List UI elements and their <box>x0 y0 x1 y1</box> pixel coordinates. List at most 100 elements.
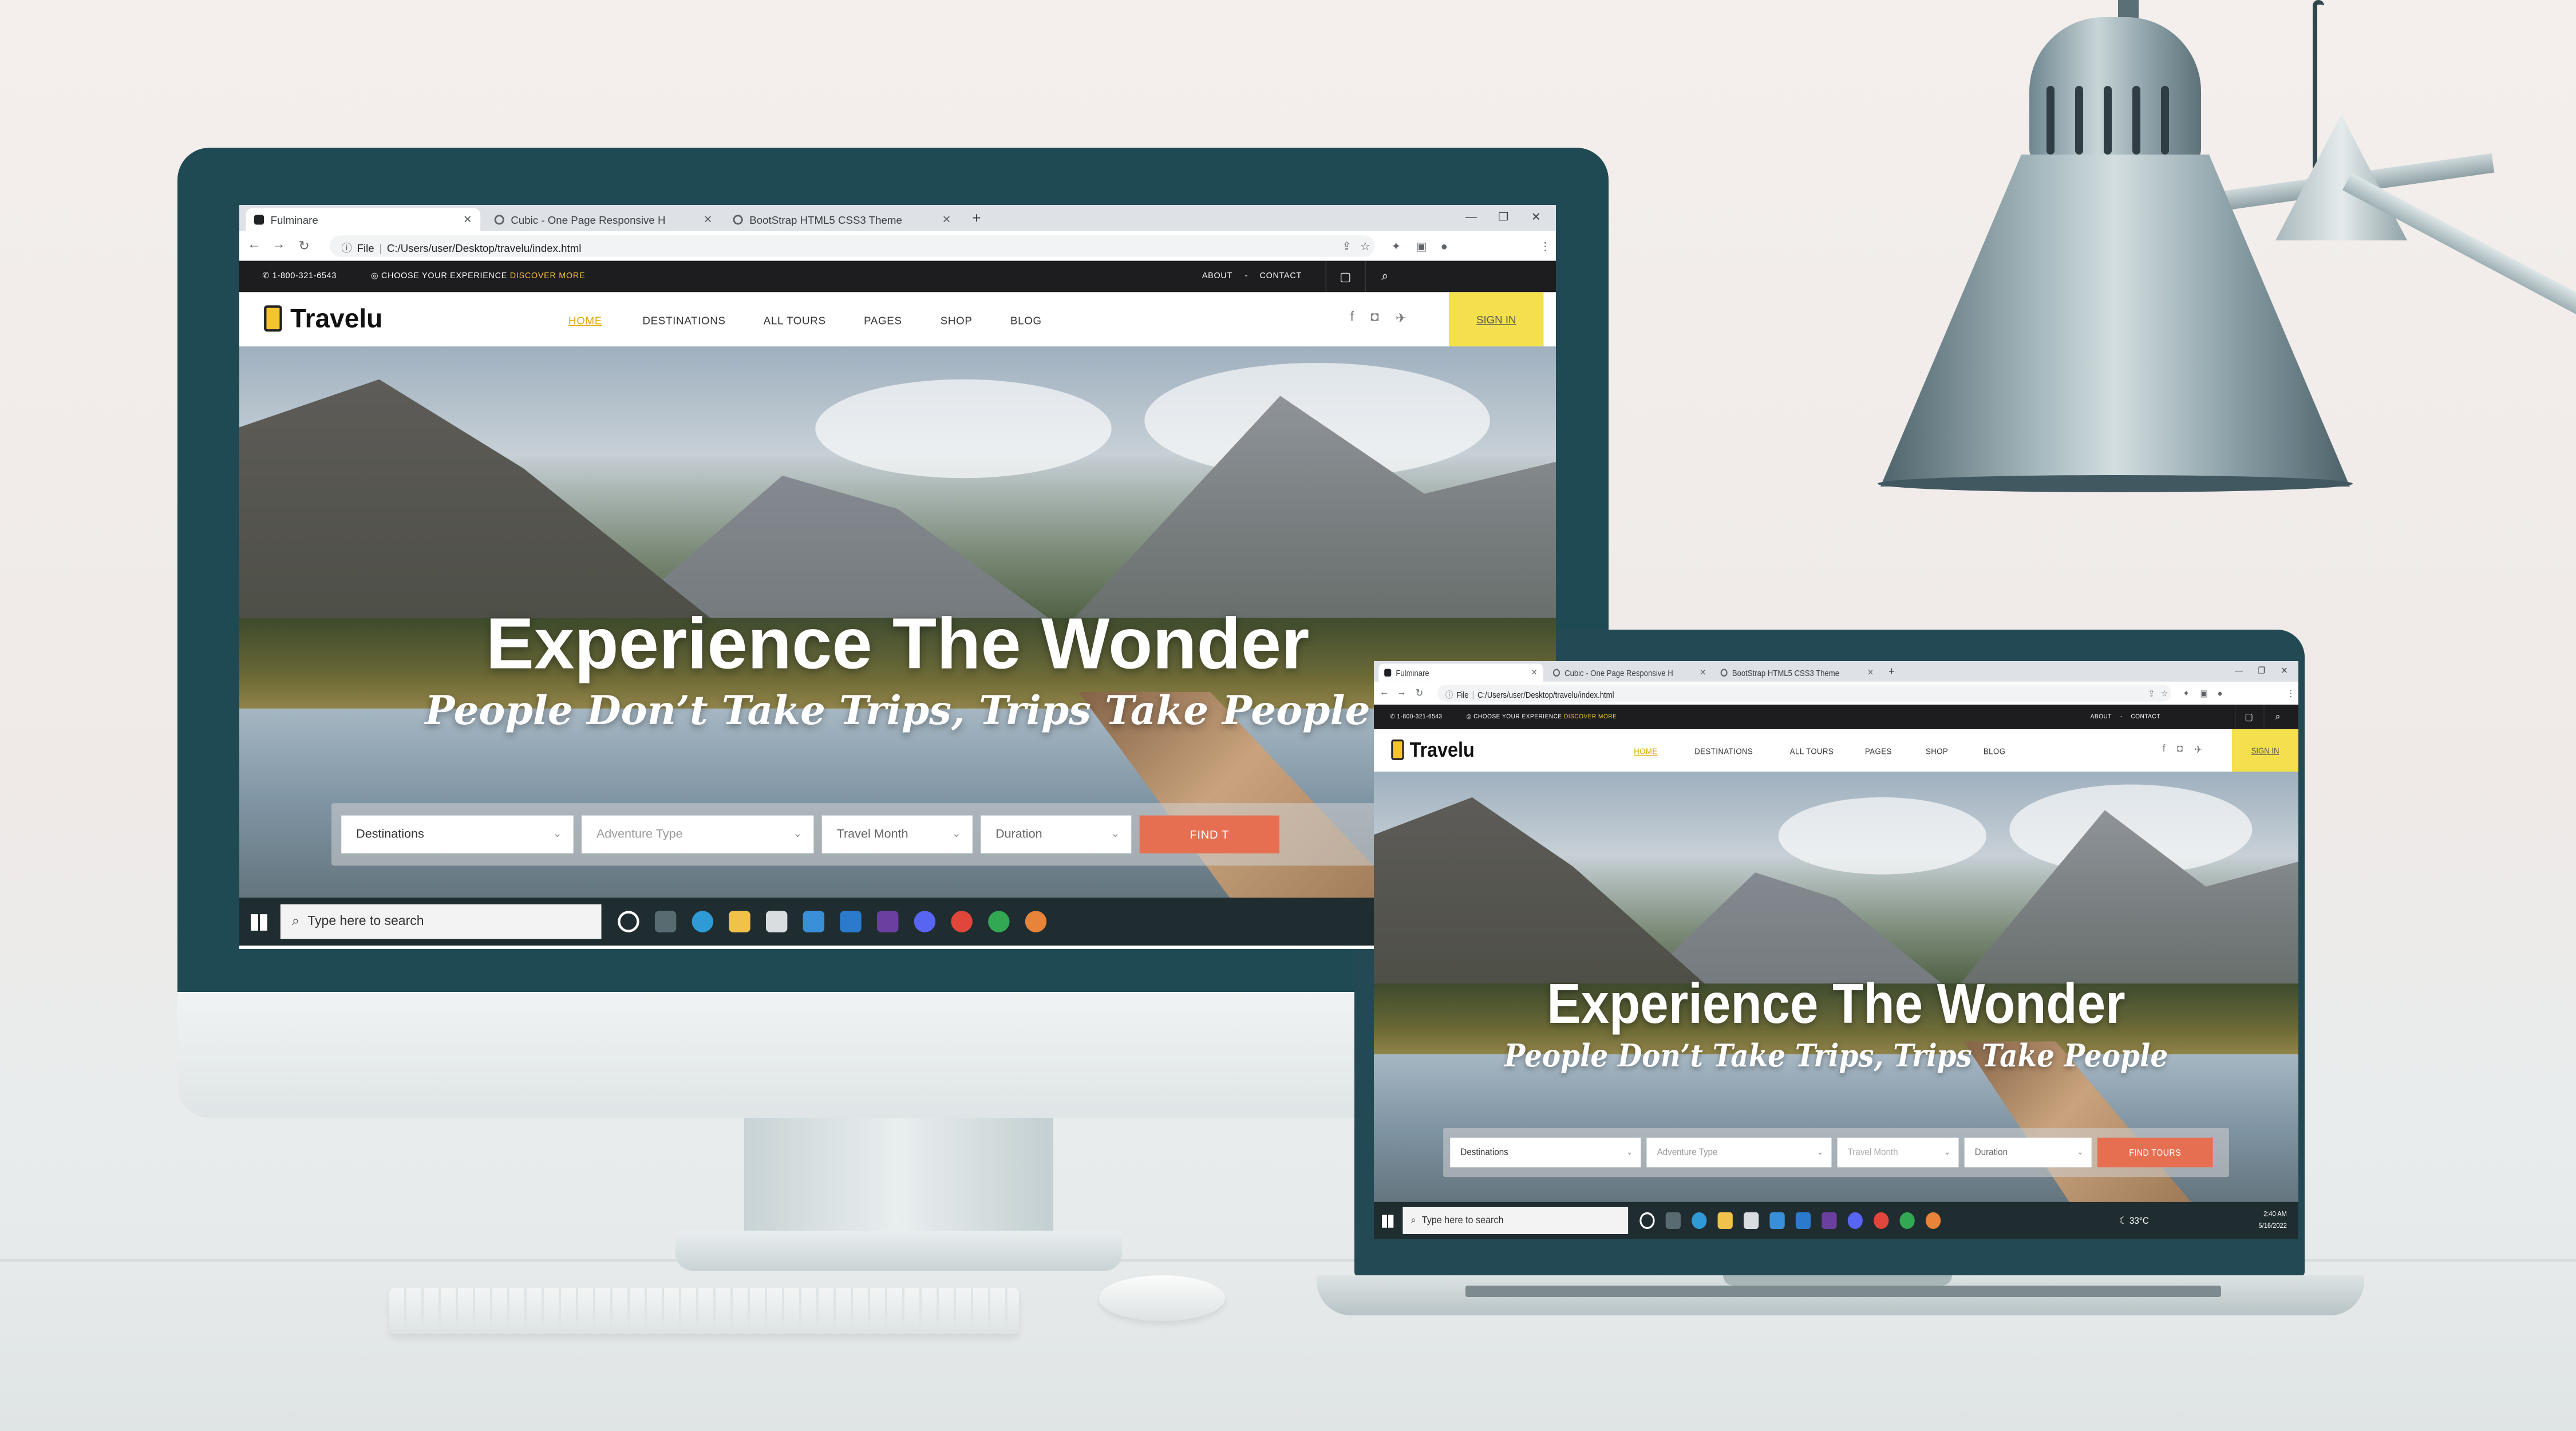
instagram-icon[interactable]: ◘ <box>2177 744 2183 755</box>
menu-icon[interactable]: ⋮ <box>2287 688 2295 699</box>
extensions-icon[interactable]: ✦ <box>1392 239 1401 253</box>
windows-start-icon[interactable] <box>1382 1215 1394 1228</box>
about-link[interactable]: ABOUT <box>2091 713 2112 720</box>
tab-fulminare[interactable]: Fulminare ✕ <box>1378 663 1543 682</box>
chrome-icon[interactable] <box>1874 1212 1889 1230</box>
minimize-icon[interactable]: — <box>1465 210 1477 223</box>
chrome-profile-icon[interactable] <box>1899 1212 1915 1230</box>
nav-shop[interactable]: SHOP <box>941 314 973 327</box>
chrome-canary-icon[interactable] <box>1025 911 1047 932</box>
facebook-icon[interactable]: f <box>1350 310 1354 325</box>
task-view-icon[interactable] <box>1665 1212 1681 1230</box>
share-icon[interactable]: ⇪ <box>1342 239 1352 253</box>
travel-month-select[interactable]: Travel Month ⌄ <box>821 815 973 853</box>
discover-more-link[interactable]: DISCOVER MORE <box>510 271 586 280</box>
search-icon[interactable]: ⌕ <box>2263 705 2291 729</box>
adventure-type-select[interactable]: Adventure Type ⌄ <box>1646 1137 1832 1168</box>
nav-blog[interactable]: BLOG <box>1010 314 1042 327</box>
chrome-canary-icon[interactable] <box>1925 1212 1941 1230</box>
nav-all-tours[interactable]: ALL TOURS <box>764 314 826 327</box>
nav-home[interactable]: HOME <box>1634 746 1657 756</box>
taskbar-search-input[interactable]: ⌕ Type here to search <box>280 904 602 939</box>
store-icon[interactable] <box>766 911 788 932</box>
close-icon[interactable]: ✕ <box>942 213 951 226</box>
duration-select[interactable]: Duration ⌄ <box>981 815 1132 853</box>
mail-icon[interactable] <box>803 911 825 932</box>
site-logo[interactable]: Travelu <box>264 304 382 334</box>
find-tours-button[interactable]: FIND TOURS <box>2097 1137 2213 1168</box>
contact-link[interactable]: CONTACT <box>2131 713 2160 720</box>
windows-start-icon[interactable] <box>251 914 267 931</box>
close-icon[interactable]: ✕ <box>463 213 472 226</box>
sign-in-button[interactable]: SIGN IN <box>1449 292 1544 347</box>
weather-widget[interactable]: ☾ 33°C <box>2119 1215 2149 1226</box>
extensions-icon[interactable]: ✦ <box>2183 688 2190 699</box>
star-icon[interactable]: ☆ <box>2161 688 2168 699</box>
nav-all-tours[interactable]: ALL TOURS <box>1790 746 1834 756</box>
file-explorer-icon[interactable] <box>1717 1212 1733 1230</box>
sidebar-icon[interactable]: ▣ <box>2200 688 2207 699</box>
vscode-icon[interactable] <box>1795 1212 1811 1230</box>
destinations-select[interactable]: Destinations ⌄ <box>1450 1137 1641 1168</box>
maximize-icon[interactable]: ❐ <box>2258 665 2265 676</box>
file-explorer-icon[interactable] <box>729 911 750 932</box>
edge-icon[interactable] <box>692 911 713 932</box>
tab-bootstrap[interactable]: BootStrap HTML5 CSS3 Theme ✕ <box>725 208 959 231</box>
minimize-icon[interactable]: — <box>2235 665 2243 675</box>
close-icon[interactable]: ✕ <box>1531 667 1538 678</box>
close-icon[interactable]: ✕ <box>1867 667 1874 678</box>
about-link[interactable]: ABOUT <box>1202 271 1232 280</box>
discover-more-link[interactable]: DISCOVER MORE <box>1564 713 1617 720</box>
sign-in-button[interactable]: SIGN IN <box>2231 729 2298 772</box>
new-tab-button[interactable]: + <box>1885 665 1898 679</box>
cart-icon[interactable]: ▢ <box>2235 705 2262 729</box>
tab-fulminare[interactable]: Fulminare ✕ <box>246 208 481 231</box>
back-icon[interactable]: ← <box>247 238 260 253</box>
twitter-icon[interactable]: ✈ <box>2194 744 2202 756</box>
share-icon[interactable]: ⇪ <box>2148 688 2155 699</box>
onenote-icon[interactable] <box>1822 1212 1837 1230</box>
cortana-icon[interactable] <box>618 911 639 932</box>
url-field[interactable]: ⓘ File | C:/Users/user/Desktop/travelu/inde… <box>330 235 1375 257</box>
profile-icon[interactable]: ● <box>1441 239 1448 252</box>
site-logo[interactable]: Travelu <box>1391 738 1475 762</box>
nav-home[interactable]: HOME <box>568 314 602 327</box>
cortana-icon[interactable] <box>1639 1212 1655 1230</box>
taskbar-search-input[interactable]: ⌕ Type here to search <box>1402 1207 1629 1235</box>
nav-destinations[interactable]: DESTINATIONS <box>642 314 725 327</box>
contact-link[interactable]: CONTACT <box>1260 271 1302 280</box>
duration-select[interactable]: Duration ⌄ <box>1964 1137 2092 1168</box>
nav-shop[interactable]: SHOP <box>1926 746 1948 756</box>
forward-icon[interactable]: → <box>1397 687 1406 698</box>
task-view-icon[interactable] <box>654 911 677 932</box>
tab-cubic[interactable]: Cubic - One Page Responsive H ✕ <box>486 208 721 231</box>
tab-bootstrap[interactable]: BootStrap HTML5 CSS3 Theme ✕ <box>1715 663 1880 681</box>
close-window-icon[interactable]: ✕ <box>2281 665 2288 676</box>
tab-cubic[interactable]: Cubic - One Page Responsive H ✕ <box>1547 663 1712 681</box>
nav-pages[interactable]: PAGES <box>864 314 902 327</box>
discord-icon[interactable] <box>1847 1212 1863 1230</box>
back-icon[interactable]: ← <box>1380 687 1389 698</box>
discord-icon[interactable] <box>914 911 936 932</box>
nav-pages[interactable]: PAGES <box>1865 746 1892 756</box>
system-clock[interactable]: 2:40 AM 5/16/2022 <box>2229 1208 2286 1231</box>
maximize-icon[interactable]: ❐ <box>1498 210 1508 224</box>
store-icon[interactable] <box>1744 1212 1759 1230</box>
nav-blog[interactable]: BLOG <box>1984 746 2005 756</box>
star-icon[interactable]: ☆ <box>1360 239 1370 253</box>
chrome-icon[interactable] <box>951 911 973 932</box>
sidebar-icon[interactable]: ▣ <box>1416 239 1427 253</box>
mail-icon[interactable] <box>1769 1212 1785 1230</box>
facebook-icon[interactable]: f <box>2163 744 2165 755</box>
search-icon[interactable]: ⌕ <box>1365 260 1405 292</box>
cart-icon[interactable]: ▢ <box>1325 260 1365 292</box>
close-icon[interactable]: ✕ <box>1700 667 1706 678</box>
travel-month-select[interactable]: Travel Month ⌄ <box>1837 1137 1959 1168</box>
url-field[interactable]: ⓘ File | C:/Users/user/Desktop/travelu/inde… <box>1437 685 2171 702</box>
close-icon[interactable]: ✕ <box>704 213 713 226</box>
edge-icon[interactable] <box>1692 1212 1707 1230</box>
find-tours-button[interactable]: FIND T <box>1139 815 1279 853</box>
menu-icon[interactable]: ⋮ <box>1539 239 1551 253</box>
reload-icon[interactable]: ↻ <box>299 238 310 255</box>
adventure-type-select[interactable]: Adventure Type ⌄ <box>582 815 814 853</box>
